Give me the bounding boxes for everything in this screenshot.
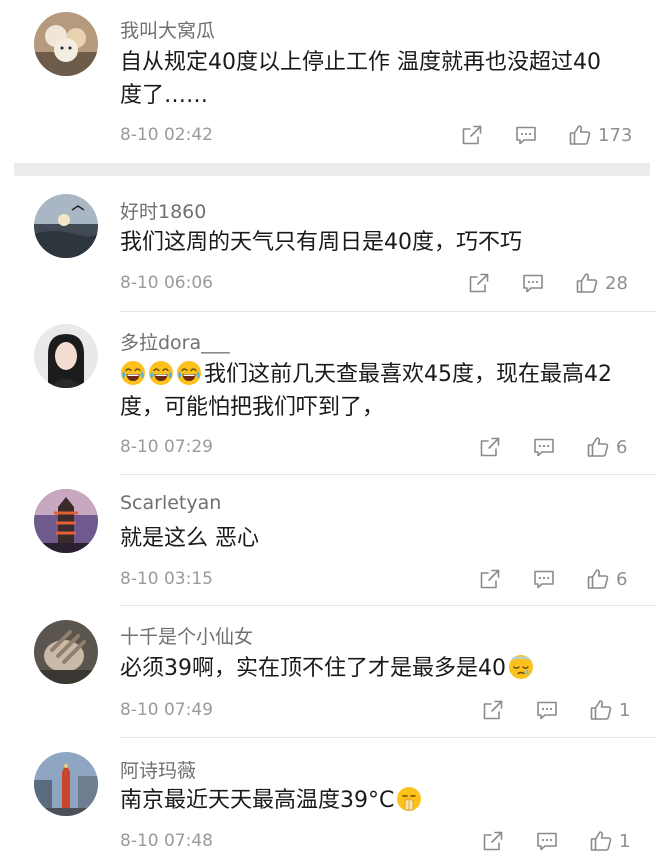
- timestamp: 8-10 07:48: [120, 831, 213, 851]
- comment-icon: [535, 829, 559, 853]
- thumbs-up-icon: [586, 567, 610, 591]
- comment-text: 必须39啊，实在顶不住了才是最多是40: [120, 652, 620, 685]
- comment-actions: 1: [481, 829, 630, 853]
- share-button[interactable]: [481, 829, 505, 853]
- like-count: 1: [619, 830, 631, 852]
- comment-text: 就是这么 恶心: [120, 526, 259, 551]
- thumbs-up-icon: [589, 698, 613, 722]
- reply-button[interactable]: [532, 567, 556, 591]
- timestamp: 8-10 03:15: [120, 569, 213, 589]
- emoji-laugh: [120, 362, 148, 387]
- like-count: 1: [619, 699, 631, 721]
- tears-of-joy-emoji: [148, 360, 174, 386]
- comment-text: 我们这前几天查最喜欢45度，现在最高42度，可能怕把我们吓到了，: [120, 358, 620, 424]
- share-icon: [478, 567, 502, 591]
- like-button[interactable]: 6: [586, 435, 627, 459]
- comment-icon: [514, 123, 538, 147]
- thumbs-up-icon: [589, 829, 613, 853]
- avatar[interactable]: [34, 620, 98, 684]
- comment-text-body: 必须39啊，实在顶不住了才是最多是40: [120, 656, 506, 681]
- comment-text: 南京最近天天最高温度39°C: [120, 784, 620, 817]
- thumbs-up-icon: [586, 435, 610, 459]
- timestamp: 8-10 07:29: [120, 437, 213, 457]
- reply-button[interactable]: [514, 123, 538, 147]
- comment-icon: [532, 567, 556, 591]
- comment-text-body: 南京最近天天最高温度39°C: [120, 788, 395, 813]
- comment-item: Scarletyan 就是这么 恶心 8-10 03:15 6: [0, 475, 656, 603]
- share-button[interactable]: [478, 435, 502, 459]
- comment-item: 多拉dora___ 我们这前几天查最喜欢45度，现在最高42度，可能怕把我们吓到…: [0, 312, 656, 472]
- like-button[interactable]: 1: [589, 829, 630, 853]
- username[interactable]: 阿诗玛薇: [120, 756, 196, 783]
- emoji-laugh: [148, 362, 176, 387]
- avatar[interactable]: [34, 489, 98, 553]
- emoji-laugh: [176, 362, 204, 387]
- share-icon: [481, 698, 505, 722]
- username[interactable]: 好时1860: [120, 197, 206, 224]
- thumbs-up-icon: [568, 123, 592, 147]
- username[interactable]: Scarletyan: [120, 492, 221, 514]
- avatar[interactable]: [34, 752, 98, 816]
- section-separator: [14, 163, 650, 176]
- thumbs-up-icon: [575, 271, 599, 295]
- reply-button[interactable]: [535, 829, 559, 853]
- reply-button[interactable]: [532, 435, 556, 459]
- like-count: 173: [598, 124, 633, 146]
- tears-of-joy-emoji: [176, 360, 202, 386]
- comment-actions: 6: [478, 435, 627, 459]
- username[interactable]: 十千是个小仙女: [120, 622, 253, 649]
- share-button[interactable]: [467, 271, 491, 295]
- like-button[interactable]: 6: [586, 567, 627, 591]
- comment-actions: 6: [478, 567, 627, 591]
- comment-item: 好时1860 我们这周的天气只有周日是40度，巧不巧 8-10 06:06 28: [0, 184, 656, 308]
- comment-item: 我叫大窝瓜 自从规定40度以上停止工作 温度就再也没超过40度了…… 8-10 …: [0, 0, 656, 158]
- share-icon: [460, 123, 484, 147]
- comment-text: 自从规定40度以上停止工作 温度就再也没超过40度了……: [120, 50, 601, 108]
- comment-actions: 1: [481, 698, 630, 722]
- comment-icon: [532, 435, 556, 459]
- like-button[interactable]: 173: [568, 123, 632, 147]
- share-icon: [467, 271, 491, 295]
- comment-actions: 173: [460, 123, 632, 147]
- praying-face-emoji: [396, 786, 422, 812]
- timestamp: 8-10 02:42: [120, 125, 213, 145]
- timestamp: 8-10 06:06: [120, 273, 213, 293]
- like-count: 28: [605, 272, 628, 294]
- avatar[interactable]: [34, 12, 98, 76]
- comment-item: 十千是个小仙女 必须39啊，实在顶不住了才是最多是40 8-10 07:49 1: [0, 606, 656, 736]
- timestamp: 8-10 07:49: [120, 700, 213, 720]
- avatar[interactable]: [34, 194, 98, 258]
- reply-button[interactable]: [521, 271, 545, 295]
- comment-actions: 28: [467, 271, 628, 295]
- comment-text: 我们这周的天气只有周日是40度，巧不巧: [120, 230, 522, 255]
- share-button[interactable]: [481, 698, 505, 722]
- username[interactable]: 多拉dora___: [120, 328, 230, 355]
- comment-icon: [521, 271, 545, 295]
- like-button[interactable]: 1: [589, 698, 630, 722]
- tears-of-joy-emoji: [120, 360, 146, 386]
- share-button[interactable]: [460, 123, 484, 147]
- cold-sweat-emoji: [508, 654, 534, 680]
- share-icon: [478, 435, 502, 459]
- comment-icon: [535, 698, 559, 722]
- like-count: 6: [616, 436, 628, 458]
- username[interactable]: 我叫大窝瓜: [120, 16, 215, 43]
- like-count: 6: [616, 568, 628, 590]
- avatar[interactable]: [34, 324, 98, 388]
- share-icon: [481, 829, 505, 853]
- comment-item: 阿诗玛薇 南京最近天天最高温度39°C 8-10 07:48 1: [0, 738, 656, 866]
- like-button[interactable]: 28: [575, 271, 628, 295]
- share-button[interactable]: [478, 567, 502, 591]
- reply-button[interactable]: [535, 698, 559, 722]
